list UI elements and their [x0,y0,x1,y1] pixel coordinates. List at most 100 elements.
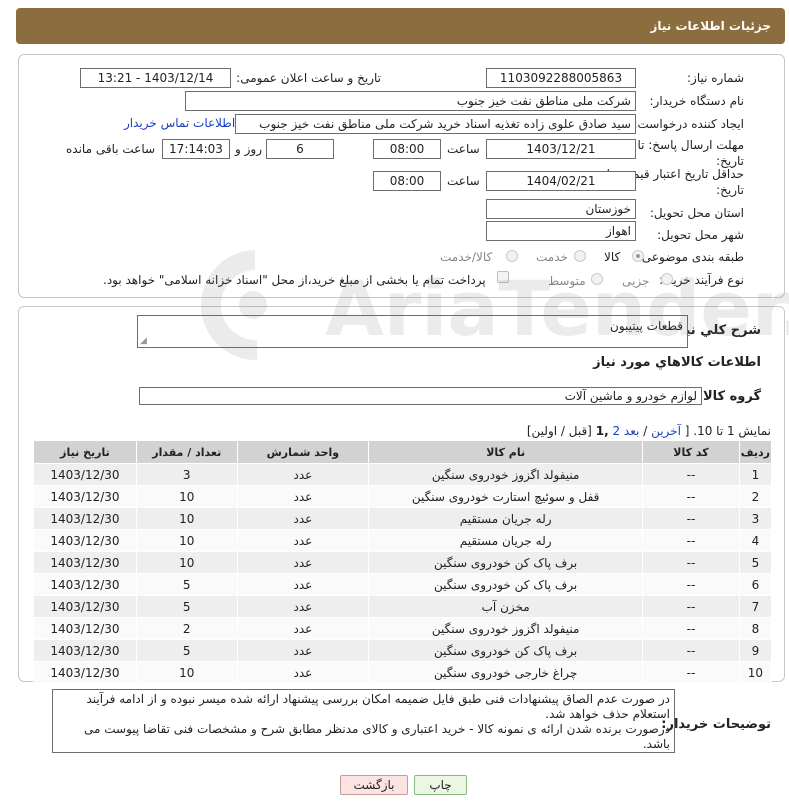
cell-item-name: قفل و سوئیچ استارت خودروی سنگین [368,485,644,508]
cell-row-number: 9 [738,639,773,662]
table-row: 4 -- رله جریان مستقیم عدد 10 1403/12/30 [33,529,773,552]
col-header-item-code: کد کالا [642,440,740,464]
buyer-contact-link[interactable]: اطلاعات تماس خریدار [124,116,235,130]
deadline-time-label: ساعت [447,142,480,156]
cell-item-name: رله جریان مستقیم [368,529,644,552]
buyer-notes-field: در صورت عدم الصاق پیشنهادات فنی طبق فایل… [52,689,675,753]
cell-need-date: 1403/12/30 [33,463,137,486]
col-header-item-name: نام کالا [368,440,644,464]
summary-value: قطعات پیتیبون [610,319,683,333]
cell-need-date: 1403/12/30 [33,639,137,662]
buyer-notes-line2: استعلام حذف خواهد شد. [545,707,670,721]
cell-row-number: 8 [738,617,773,640]
announce-date-label: تاریخ و ساعت اعلان عمومی: [236,71,381,85]
validity-date-field: 1404/02/21 [486,171,636,191]
buyer-notes-line1: در صورت عدم الصاق پیشنهادات فنی طبق فایل… [86,692,670,706]
cell-item-name: رله جریان مستقیم [368,507,644,530]
cell-unit: عدد [236,551,370,574]
cell-quantity: 5 [135,639,238,662]
pagination-last-link[interactable]: آخرین [651,424,681,438]
cell-unit: عدد [236,617,370,640]
deadline-label: مهلت ارسال پاسخ: تا تاریخ: [637,137,744,169]
cell-row-number: 3 [738,507,773,530]
category-radio-goods[interactable] [632,250,644,262]
resize-handle-icon: ◢ [140,336,147,346]
cell-item-code: -- [642,639,740,662]
province-label: استان محل تحویل: [649,206,744,220]
table-row: 1 -- منیفولد اگزوز خودروی سنگین عدد 3 1403/12… [33,463,773,486]
cell-quantity: 5 [135,573,238,596]
cell-item-name: چراغ خارجی خودروی سنگین [368,661,644,684]
cell-need-date: 1403/12/30 [33,551,137,574]
cell-item-name: منیفولد اگزوز خودروی سنگین [368,463,644,486]
print-button[interactable]: چاپ [414,775,467,795]
cell-quantity: 10 [135,485,238,508]
col-header-unit: واحد شمارش [236,440,370,464]
buyer-notes-line3: درصورت برنده شدن ارائه ی نمونه کالا - خر… [83,722,670,751]
process-radio-minor[interactable] [661,273,673,285]
category-radio-service[interactable] [574,250,586,262]
page-header: جزئیات اطلاعات نیاز [16,8,785,44]
treasury-payment-checkbox[interactable] [497,271,509,283]
pagination-current-page: ,1 [595,424,609,438]
goods-group-field: لوازم خودرو و ماشین آلات [139,387,702,405]
goods-group-label: گروه کالا: [697,389,761,404]
cell-item-name: برف پاک کن خودروی سنگین [368,639,644,662]
cell-item-name: برف پاک کن خودروی سنگین [368,551,644,574]
cell-need-date: 1403/12/30 [33,617,137,640]
cell-need-date: 1403/12/30 [33,529,137,552]
table-row: 2 -- قفل و سوئیچ استارت خودروی سنگین عدد 10 1… [33,485,773,508]
cell-item-name: مخزن آب [368,595,644,618]
creator-label: ایجاد کننده درخواست: [633,117,744,131]
cell-quantity: 10 [135,507,238,530]
cell-item-code: -- [642,661,740,684]
cell-item-name: منیفولد اگزوز خودروی سنگین [368,617,644,640]
cell-item-code: -- [642,551,740,574]
cell-row-number: 2 [738,485,773,508]
need-number-label: شماره نیاز: [687,71,744,85]
back-button[interactable]: بازگشت [340,775,408,795]
cell-quantity: 5 [135,595,238,618]
table-header-row: ردیف کد کالا نام کالا واحد شمارش تعداد /… [33,440,773,464]
pagination-next-link[interactable]: بعد [624,424,639,438]
cell-row-number: 6 [738,573,773,596]
cell-row-number: 5 [738,551,773,574]
col-header-row-number: ردیف [738,440,773,464]
page-title: جزئیات اطلاعات نیاز [650,19,771,33]
table-row: 6 -- برف پاک کن خودروی سنگین عدد 5 1403/12/30 [33,573,773,596]
category-label: طبقه بندی موضوعی: [637,250,744,264]
pagination-prefix: نمایش 1 تا 10. [ [684,424,771,438]
cell-item-name: برف پاک کن خودروی سنگین [368,573,644,596]
process-option-minor: جزیی [622,274,650,288]
goods-info-title: اطلاعات کالاهاي مورد نياز [593,355,761,370]
cell-row-number: 7 [738,595,773,618]
cell-need-date: 1403/12/30 [33,661,137,684]
process-radio-medium[interactable] [591,273,603,285]
cell-item-code: -- [642,463,740,486]
treasury-payment-note: پرداخت تمام یا بخشی از مبلغ خرید،از محل … [103,273,486,287]
pagination-page-2-link[interactable]: 2 [612,424,620,438]
city-field: اهواز [486,221,636,241]
category-option-service: خدمت [536,250,568,264]
items-table: ردیف کد کالا نام کالا واحد شمارش تعداد /… [33,440,773,684]
category-option-goods: کالا [604,250,621,264]
creator-field: سید صادق علوی زاده تغذیه اسناد خرید شرکت… [235,114,636,134]
table-row: 8 -- منیفولد اگزوز خودروی سنگین عدد 2 1403/12… [33,617,773,640]
buyer-org-field: شرکت ملی مناطق نفت خیز جنوب [185,91,636,111]
cell-item-code: -- [642,573,740,596]
remaining-time-label: ساعت باقی مانده [66,142,156,156]
col-header-need-date: تاریخ نیاز [33,440,137,464]
category-option-goods-service: کالا/خدمت [440,250,493,264]
days-remaining-field: 6 [266,139,334,159]
table-row: 3 -- رله جریان مستقیم عدد 10 1403/12/30 [33,507,773,530]
summary-field: قطعات پیتیبون ◢ [137,315,688,348]
cell-unit: عدد [236,661,370,684]
cell-unit: عدد [236,507,370,530]
cell-quantity: 10 [135,551,238,574]
city-label: شهر محل تحویل: [657,228,744,242]
table-row: 7 -- مخزن آب عدد 5 1403/12/30 [33,595,773,618]
category-radio-goods-service[interactable] [506,250,518,262]
cell-unit: عدد [236,529,370,552]
buyer-org-label: نام دستگاه خریدار: [649,94,745,108]
pagination-separator: / [643,424,648,438]
